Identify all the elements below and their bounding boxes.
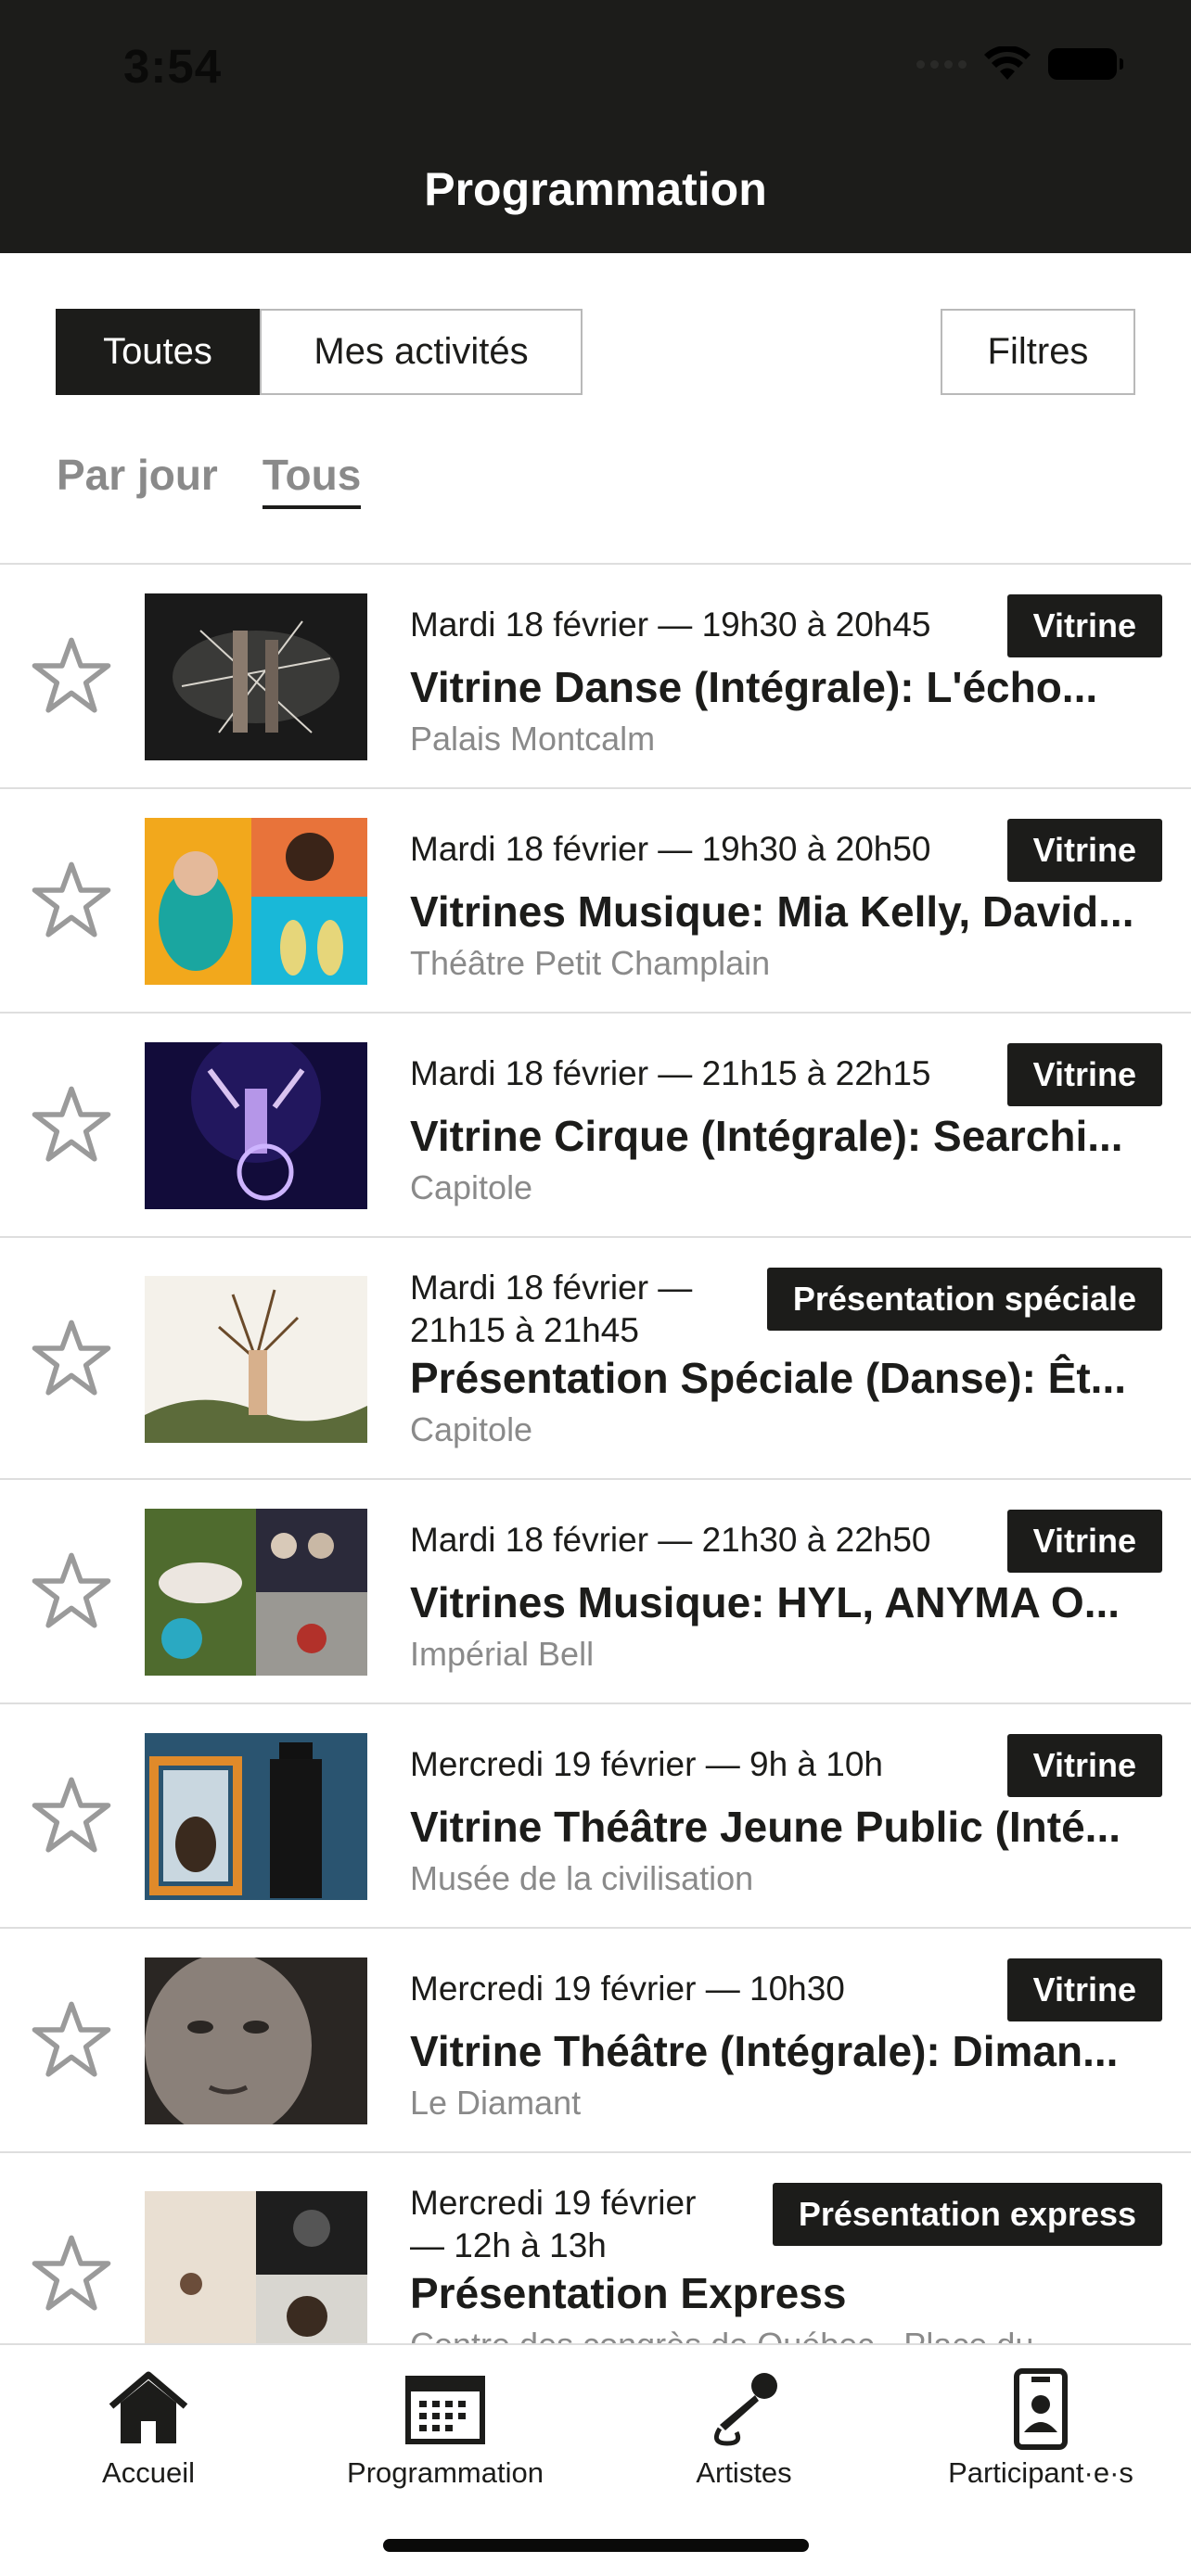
- event-venue: Le Diamant: [410, 2084, 582, 2122]
- list-item[interactable]: Mardi 18 février — 19h30 à 20h50 Vitrine…: [0, 789, 1191, 1014]
- battery-icon: [1048, 48, 1123, 80]
- event-venue: Palais Montcalm: [410, 720, 656, 758]
- tab-label: Participant·e·s: [948, 2456, 1133, 2489]
- home-icon: [109, 2371, 188, 2443]
- event-title: Vitrines Musique: HYL, ANYMA O...: [410, 1578, 1121, 1626]
- event-thumbnail: [145, 593, 367, 760]
- calendar-icon: [405, 2376, 485, 2444]
- tab-label: Accueil: [102, 2456, 195, 2489]
- event-venue: Centre des congrès de Québec - Place du.…: [410, 2326, 1152, 2343]
- star-icon[interactable]: [29, 1082, 114, 1167]
- event-venue: Musée de la civilisation: [410, 1859, 754, 1897]
- event-date: Mardi 18 février —: [410, 1269, 693, 1307]
- star-icon[interactable]: [29, 2231, 114, 2316]
- event-datetime: Mardi 18 février — 21h15 à 21h45: [410, 1267, 692, 1352]
- segment-mes-activites[interactable]: Mes activités: [260, 311, 581, 393]
- tab-tous[interactable]: Tous: [262, 450, 362, 509]
- star-icon[interactable]: [29, 1549, 114, 1634]
- list-item[interactable]: Mercredi 19 février — 12h à 13h Présenta…: [0, 2153, 1191, 2343]
- event-category-badge: Vitrine: [1006, 819, 1162, 882]
- event-time: — 12h à 13h: [410, 2226, 607, 2264]
- event-thumbnail: [145, 1276, 367, 1443]
- event-venue: Capitole: [410, 1168, 533, 1206]
- tab-accueil[interactable]: Accueil: [93, 2364, 204, 2490]
- list-item[interactable]: Mercredi 19 février — 9h à 10h Vitrine V…: [0, 1704, 1191, 1929]
- event-title: Vitrine Cirque (Intégrale): Searchi...: [410, 1112, 1123, 1160]
- event-category-badge: Vitrine: [1006, 1043, 1162, 1106]
- app-header: 3:54 Programmation: [0, 0, 1191, 253]
- tab-participants[interactable]: Participant·e·s: [929, 2364, 1152, 2490]
- tab-label: Programmation: [347, 2456, 544, 2489]
- cellular-signal-icon: [916, 59, 967, 69]
- list-item[interactable]: Mardi 18 février — 21h15 à 21h45 Présent…: [0, 1238, 1191, 1480]
- event-list[interactable]: Mardi 18 février — 19h30 à 20h45 Vitrine…: [0, 565, 1191, 2343]
- event-datetime: Mardi 18 février — 19h30 à 20h45: [410, 606, 931, 644]
- event-thumbnail: [145, 1733, 367, 1900]
- event-category-badge: Présentation spéciale: [766, 1268, 1162, 1331]
- tab-label: Artistes: [696, 2456, 792, 2489]
- tab-programmation[interactable]: Programmation: [334, 2364, 557, 2490]
- list-item[interactable]: Mardi 18 février — 21h15 à 22h15 Vitrine…: [0, 1014, 1191, 1238]
- event-datetime: Mercredi 19 février — 9h à 10h: [410, 1745, 884, 1783]
- day-tabs: Par jour Tous: [57, 450, 362, 509]
- event-title: Présentation Spéciale (Danse): Êt...: [410, 1354, 1127, 1402]
- event-title: Vitrine Théâtre (Intégrale): Diman...: [410, 2027, 1119, 2075]
- status-icons: [916, 46, 1123, 82]
- event-datetime: Mercredi 19 février — 10h30: [410, 1970, 845, 2008]
- list-item[interactable]: Mercredi 19 février — 10h30 Vitrine Vitr…: [0, 1929, 1191, 2153]
- event-category-badge: Présentation express: [772, 2183, 1162, 2246]
- event-category-badge: Vitrine: [1006, 594, 1162, 657]
- star-icon[interactable]: [29, 1997, 114, 2083]
- event-datetime: Mercredi 19 février — 12h à 13h: [410, 2182, 696, 2267]
- event-datetime: Mardi 18 février — 21h30 à 22h50: [410, 1521, 931, 1559]
- event-category-badge: Vitrine: [1006, 1734, 1162, 1797]
- event-title: Vitrine Danse (Intégrale): L'écho...: [410, 663, 1098, 711]
- event-thumbnail: [145, 1509, 367, 1676]
- list-item[interactable]: Mardi 18 février — 19h30 à 20h45 Vitrine…: [0, 565, 1191, 789]
- filters-button[interactable]: Filtres: [941, 309, 1135, 395]
- event-thumbnail: [145, 2191, 367, 2343]
- event-date: Mercredi 19 février: [410, 2184, 697, 2222]
- event-title: Vitrine Théâtre Jeune Public (Inté...: [410, 1803, 1121, 1851]
- event-datetime: Mardi 18 février — 19h30 à 20h50: [410, 830, 931, 868]
- event-venue: Capitole: [410, 1410, 533, 1448]
- event-time: 21h15 à 21h45: [410, 1311, 639, 1349]
- badge-icon: [1014, 2368, 1068, 2450]
- activity-segmented-control: Toutes Mes activités: [56, 309, 583, 395]
- star-icon[interactable]: [29, 1316, 114, 1401]
- event-thumbnail: [145, 818, 367, 985]
- event-category-badge: Vitrine: [1006, 1510, 1162, 1573]
- event-thumbnail: [145, 1042, 367, 1209]
- home-indicator: [383, 2539, 809, 2552]
- star-icon[interactable]: [29, 858, 114, 943]
- star-icon[interactable]: [29, 1773, 114, 1858]
- event-title: Vitrines Musique: Mia Kelly, David...: [410, 887, 1134, 936]
- event-venue: Impérial Bell: [410, 1635, 595, 1673]
- wifi-icon: [984, 46, 1031, 80]
- tab-par-jour[interactable]: Par jour: [57, 450, 218, 509]
- event-venue: Théâtre Petit Champlain: [410, 944, 771, 982]
- status-time: 3:54: [123, 40, 223, 93]
- microphone-icon: [713, 2373, 777, 2446]
- event-datetime: Mardi 18 février — 21h15 à 22h15: [410, 1054, 931, 1092]
- event-title: Présentation Express: [410, 2269, 847, 2317]
- tab-artistes[interactable]: Artistes: [688, 2364, 800, 2490]
- page-title: Programmation: [424, 163, 767, 215]
- list-item[interactable]: Mardi 18 février — 21h30 à 22h50 Vitrine…: [0, 1480, 1191, 1704]
- event-thumbnail: [145, 1958, 367, 2124]
- event-category-badge: Vitrine: [1006, 1958, 1162, 2021]
- segment-toutes[interactable]: Toutes: [56, 309, 260, 395]
- star-icon[interactable]: [29, 633, 114, 719]
